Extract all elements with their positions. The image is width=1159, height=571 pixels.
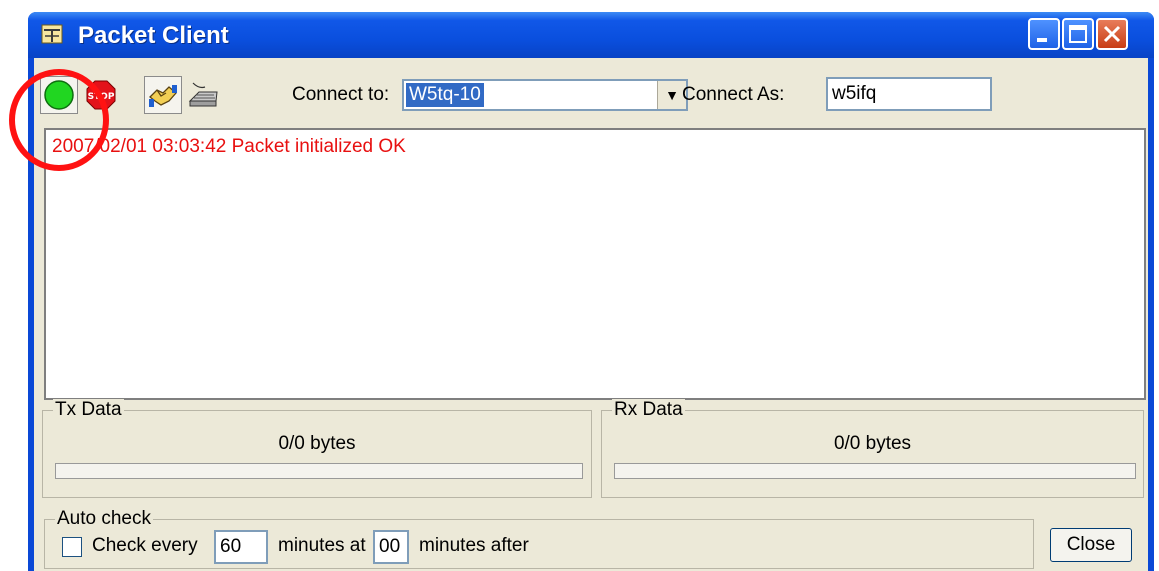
close-window-button[interactable] <box>1096 18 1128 50</box>
chevron-down-icon: ▼ <box>665 87 679 103</box>
tx-bytes: 0/0 bytes <box>278 433 356 454</box>
check-every-minutes-field[interactable] <box>214 530 268 564</box>
packet-client-window: Packet Client STOP Connect to: W5tq-10 ▼… <box>28 12 1154 571</box>
minimize-icon <box>1037 38 1047 42</box>
keyboard-icon <box>188 82 218 107</box>
toolbar: STOP Connect to: W5tq-10 ▼ Connect As: w… <box>34 58 1148 126</box>
log-area[interactable]: 2007/02/01 03:03:42 Packet initialized O… <box>44 128 1146 400</box>
minutes-after-label: minutes after <box>419 535 529 556</box>
tx-data-label: Tx Data <box>53 399 124 421</box>
tx-data-group: Tx Data 0/0 bytes <box>42 399 592 498</box>
minimize-button[interactable] <box>1028 18 1060 50</box>
close-icon <box>1103 25 1121 43</box>
app-icon <box>41 24 63 44</box>
client-area: STOP Connect to: W5tq-10 ▼ Connect As: w… <box>34 58 1148 571</box>
connect-to-label: Connect to: <box>292 84 390 105</box>
rx-progress-bar <box>614 463 1136 479</box>
maximize-button[interactable] <box>1062 18 1094 50</box>
check-every-label: Check every <box>92 535 198 556</box>
connect-to-combo[interactable]: W5tq-10 ▼ <box>402 79 688 111</box>
rx-data-label: Rx Data <box>612 399 685 421</box>
minutes-after-field[interactable] <box>373 530 409 564</box>
connect-to-value: W5tq-10 <box>406 83 484 107</box>
keyboard-button[interactable] <box>184 76 222 114</box>
auto-check-checkbox[interactable] <box>62 537 82 557</box>
connect-as-field[interactable] <box>826 77 992 111</box>
maximize-icon <box>1069 25 1087 43</box>
window-title: Packet Client <box>78 22 229 49</box>
red-annotation-circle <box>9 69 109 171</box>
handshake-icon <box>149 85 177 107</box>
rx-bytes: 0/0 bytes <box>833 433 912 454</box>
title-bar[interactable]: Packet Client <box>28 12 1154 58</box>
handshake-button[interactable] <box>144 76 182 114</box>
tx-progress-bar <box>55 463 583 479</box>
close-button[interactable]: Close <box>1050 528 1132 562</box>
connect-as-label: Connect As: <box>682 84 785 105</box>
minutes-at-label: minutes at <box>278 535 366 556</box>
auto-check-label: Auto check <box>55 508 153 530</box>
rx-data-group: Rx Data 0/0 bytes <box>601 399 1144 498</box>
